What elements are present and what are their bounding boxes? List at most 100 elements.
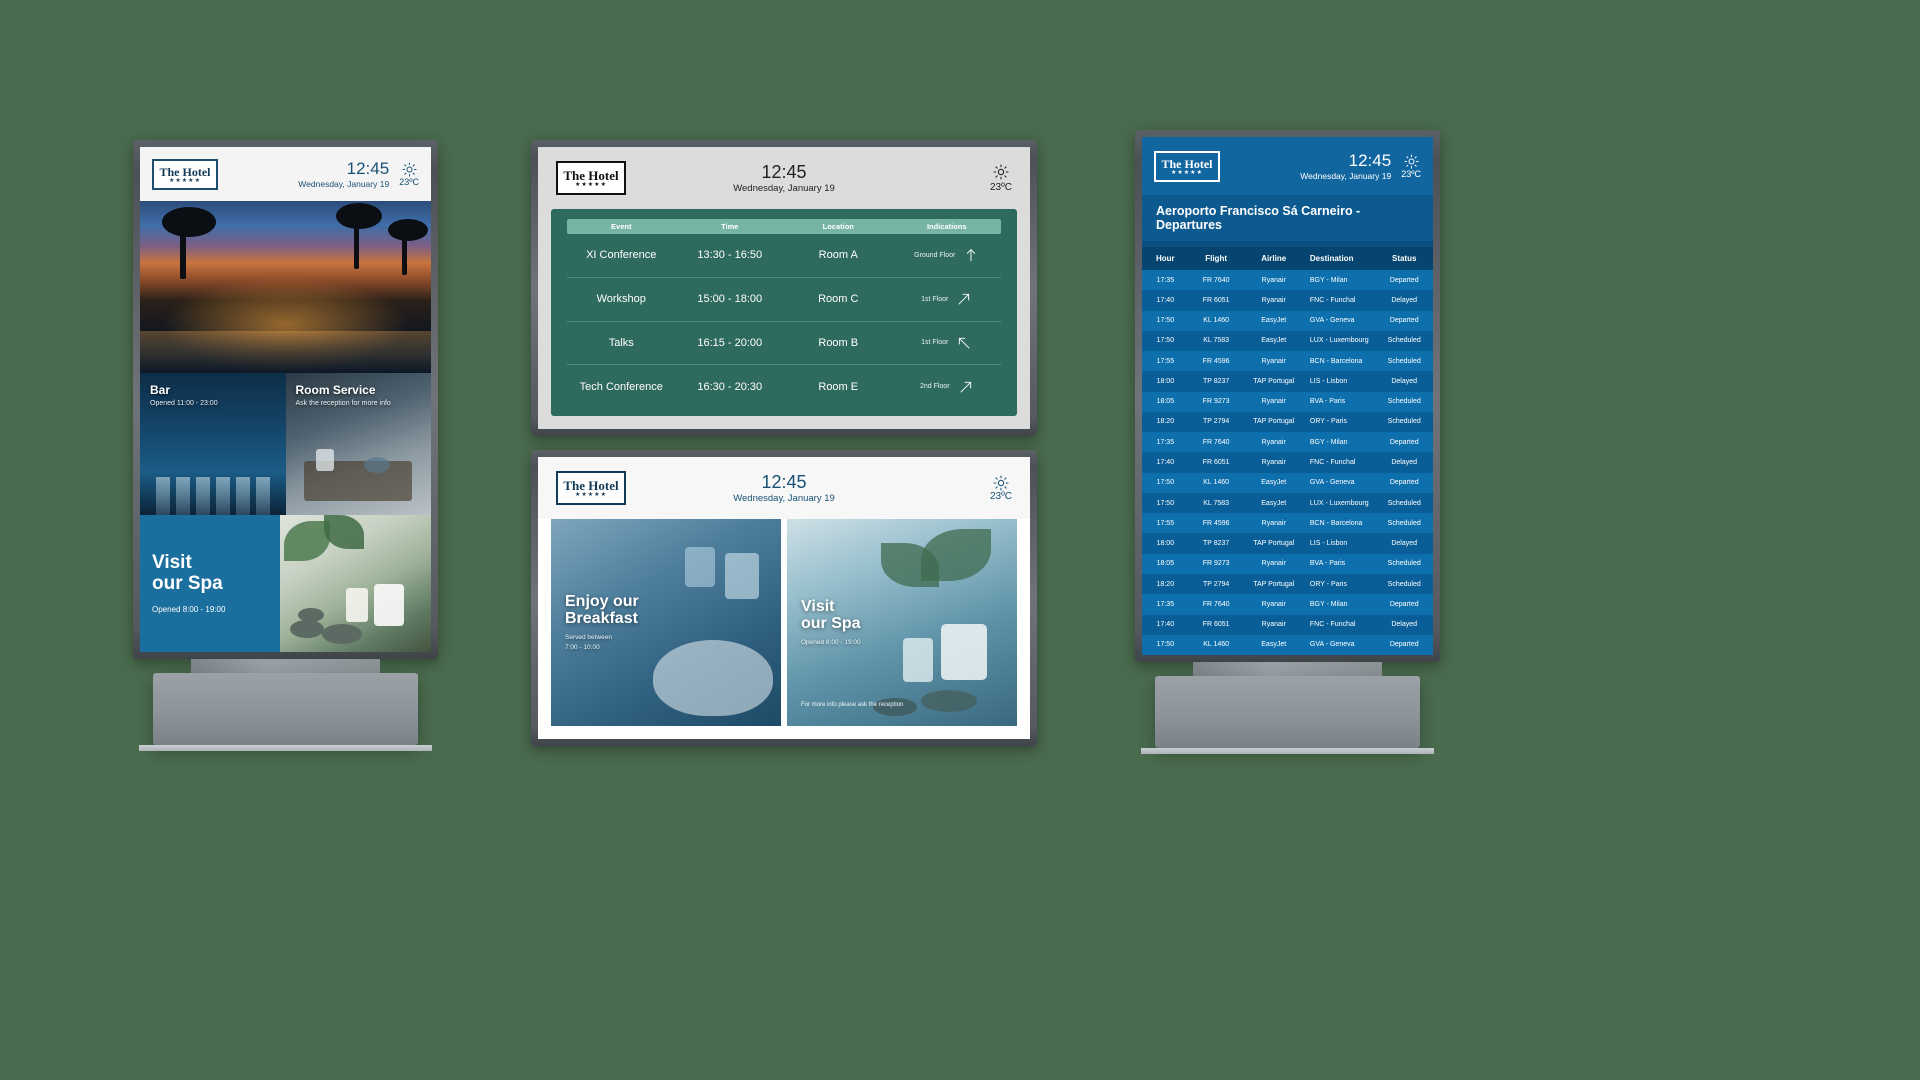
promo-breakfast[interactable]: Enjoy our Breakfast Served between 7:00 …	[551, 519, 781, 726]
cell-status: Scheduled	[1387, 357, 1421, 365]
table-row[interactable]: 17:50 KL 7583 EasyJet LUX - Luxembourg Sched…	[1142, 492, 1433, 514]
hero-image-resort	[140, 201, 431, 373]
hotel-logo-name: The Hotel	[159, 164, 211, 179]
cell-flight: KL 7583	[1203, 499, 1230, 507]
table-row[interactable]: 17:50 KL 7583 EasyJet LUX - Luxembourg Sched…	[1142, 330, 1433, 352]
table-row[interactable]: 18:00 TP 8237 TAP Portugal LIS - Lisbon Dela…	[1142, 533, 1433, 554]
table-row[interactable]: 17:40 FR 6051 Ryanair FNC - Funchal Delayed	[1142, 452, 1433, 473]
cell-airline: Ryanair	[1261, 621, 1286, 629]
cell-time: 13:30 - 16:50	[697, 249, 763, 262]
table-row[interactable]: 18:05 FR 9273 Ryanair BVA - Paris Scheduled	[1142, 553, 1433, 574]
cell-event: XI Conference	[586, 249, 657, 262]
hotel-logo-name: The Hotel	[1161, 156, 1213, 171]
tile-bar[interactable]: Bar Opened 11:00 - 23:00	[140, 373, 286, 515]
promo-breakfast-sub-2: 7:00 - 10:00	[565, 643, 600, 651]
display-bezel: The Hotel ★★★★★ 12:45 Wednesday, January…	[531, 140, 1037, 436]
cell-location: Room B	[818, 336, 859, 349]
table-row[interactable]: 17:35 FR 7640 Ryanair BGY - Milan Departed	[1142, 432, 1433, 453]
cell-destination: LUX - Luxembourg	[1309, 499, 1369, 507]
cell-hour: 18:05	[1156, 560, 1175, 568]
promo-breakfast-title-1: Enjoy our	[565, 592, 639, 610]
cell-airline: Ryanair	[1261, 296, 1286, 304]
cell-destination: LUX - Luxembourg	[1309, 337, 1369, 345]
cell-time: 15:00 - 18:00	[697, 293, 763, 306]
table-row[interactable]: 18:20 TP 2794 TAP Portugal ORY - Paris Sched…	[1142, 411, 1433, 433]
table-row[interactable]: 17:40 FR 6051 Ryanair FNC - Funchal Delayed	[1142, 614, 1433, 635]
cell-hour: 17:40	[1156, 296, 1175, 304]
cell-flight: TP 8237	[1202, 377, 1230, 385]
cell-destination: BCN - Barcelona	[1309, 519, 1363, 527]
departures-board-title: Aeroporto Francisco Sá Carneiro - Depart…	[1142, 195, 1433, 241]
weather-widget: 23ºC	[399, 161, 419, 187]
cell-destination: LIS - Lisbon	[1309, 377, 1348, 385]
cell-hour: 18:05	[1156, 398, 1175, 406]
promo-spa-footer: For more info please ask the reception	[801, 702, 904, 708]
cell-airline: EasyJet	[1261, 337, 1287, 345]
arrow-up-left-icon	[959, 337, 971, 349]
hotel-logo: The Hotel ★★★★★	[1154, 150, 1220, 182]
cell-hour: 17:50	[1156, 641, 1175, 649]
cell-airline: EasyJet	[1261, 641, 1287, 649]
col-indications: Indications	[926, 222, 967, 231]
col-status: Status	[1391, 254, 1417, 263]
table-row[interactable]: 17:50 KL 1460 EasyJet GVA - Geneva Departed	[1142, 310, 1433, 331]
table-row[interactable]: 18:20 TP 2794 TAP Portugal ORY - Paris Sched…	[1142, 573, 1433, 595]
promo-breakfast-title-2: Breakfast	[565, 610, 638, 628]
cell-hour: 17:50	[1156, 317, 1175, 325]
table-row[interactable]: 17:55 FR 4596 Ryanair BCN - Barcelona Schedu…	[1142, 351, 1433, 372]
header-bar: The Hotel ★★★★★ 12:45 Wednesday, January…	[1142, 137, 1433, 195]
table-row[interactable]: 17:50 KL 1460 EasyJet GVA - Geneva Departed	[1142, 472, 1433, 493]
col-location: Location	[822, 222, 854, 231]
cell-hour: 17:35	[1156, 276, 1175, 284]
conference-table-body: XI Conference 13:30 - 16:50 Room A Groun…	[567, 234, 1001, 408]
conference-table-header: Event Time Location Indications	[567, 219, 1001, 234]
cell-hour: 17:40	[1156, 621, 1175, 629]
cell-destination: GVA - Geneva	[1309, 317, 1355, 325]
promo-panels: Enjoy our Breakfast Served between 7:00 …	[551, 519, 1017, 726]
table-row[interactable]: 17:35 FR 7640 Ryanair BGY - Milan Departed	[1142, 270, 1433, 291]
cell-status: Delayed	[1391, 377, 1418, 385]
kiosk-hotel-portrait: The Hotel ★★★★★ 12:45 Wednesday, January…	[133, 140, 438, 751]
promo-spa-title-1: Visit	[801, 597, 835, 615]
cell-status: Departed	[1389, 600, 1419, 608]
display-screen-hotel[interactable]: The Hotel ★★★★★ 12:45 Wednesday, January…	[140, 147, 431, 652]
cell-flight: FR 6051	[1202, 621, 1230, 629]
cell-airline: Ryanair	[1261, 357, 1286, 365]
table-row[interactable]: 17:35 FR 7640 Ryanair BGY - Milan Departed	[1142, 594, 1433, 615]
cell-destination: ORY - Paris	[1309, 418, 1347, 426]
table-row[interactable]: Workshop 15:00 - 18:00 Room C 1st Floor	[567, 278, 1001, 322]
display-bezel: The Hotel ★★★★★ 12:45 Wednesday, January…	[1135, 130, 1440, 662]
table-row[interactable]: Talks 16:15 - 20:00 Room B 1st Floor	[567, 322, 1001, 366]
promo-breakfast-sub-1: Served between	[565, 633, 612, 641]
cell-event: Talks	[608, 336, 634, 349]
table-row[interactable]: Tech Conference 16:30 - 20:30 Room E 2nd…	[567, 365, 1001, 408]
cell-destination: GVA - Geneva	[1309, 641, 1355, 649]
table-row[interactable]: 18:05 FR 9273 Ryanair BVA - Paris Scheduled	[1142, 391, 1433, 412]
cell-flight: FR 6051	[1202, 296, 1230, 304]
temperature-label: 23ºC	[990, 181, 1012, 193]
tile-room-service[interactable]: Room Service Ask the reception for more …	[285, 373, 431, 515]
cell-hour: 17:35	[1156, 600, 1175, 608]
clock-time: 12:45	[761, 162, 807, 182]
header-bar: The Hotel ★★★★★ 12:45 Wednesday, January…	[140, 147, 431, 201]
tile-room-service-title: Room Service	[295, 383, 376, 397]
table-row[interactable]: XI Conference 13:30 - 16:50 Room A Groun…	[567, 234, 1001, 278]
promo-spa[interactable]: Visit our Spa Opened 8:00 - 19:00 For mo…	[787, 519, 1017, 726]
table-row[interactable]: 17:50 KL 1460 EasyJet GVA - Geneva Departed	[1142, 634, 1433, 655]
cell-destination: ORY - Paris	[1309, 580, 1347, 588]
cell-airline: Ryanair	[1261, 600, 1286, 608]
table-row[interactable]: 17:55 FR 4596 Ryanair BCN - Barcelona Schedu…	[1142, 513, 1433, 534]
table-row[interactable]: 18:00 TP 8237 TAP Portugal LIS - Lisbon Dela…	[1142, 371, 1433, 392]
display-screen-conference[interactable]: The Hotel ★★★★★ 12:45 Wednesday, January…	[538, 147, 1030, 429]
cell-airline: Ryanair	[1261, 438, 1286, 446]
spa-promo-panel[interactable]: Visit our Spa Opened 8:00 - 19:00	[140, 515, 431, 652]
arrow-up-right-icon	[958, 293, 970, 305]
table-row[interactable]: 17:40 FR 6051 Ryanair FNC - Funchal Delayed	[1142, 290, 1433, 311]
departures-table-body: 17:35 FR 7640 Ryanair BGY - Milan Departed 17…	[1142, 270, 1433, 655]
cell-hour: 17:50	[1156, 337, 1175, 345]
display-screen-departures[interactable]: The Hotel ★★★★★ 12:45 Wednesday, January…	[1142, 137, 1433, 655]
kiosk-neck	[190, 659, 381, 673]
display-screen-promos[interactable]: The Hotel ★★★★★ 12:45 Wednesday, January…	[538, 457, 1030, 739]
cell-hour: 17:50	[1156, 499, 1175, 507]
cell-flight: FR 4596	[1202, 357, 1230, 365]
